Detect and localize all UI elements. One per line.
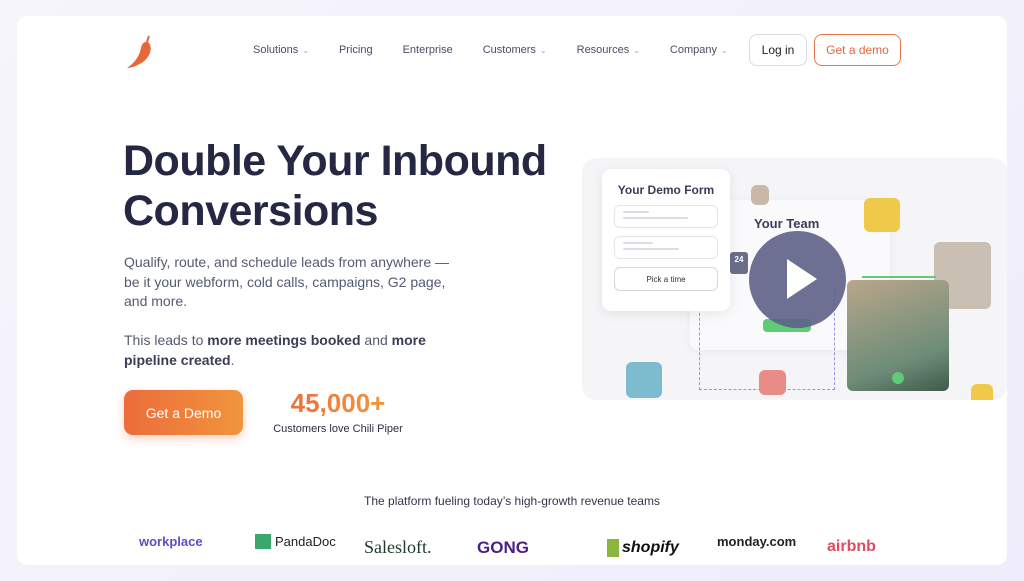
nav-label: Customers [482, 44, 536, 56]
nav-label: Company [669, 44, 717, 56]
nav-resources[interactable]: Resources ⌄ [577, 44, 640, 56]
get-demo-button[interactable]: Get a Demo [124, 390, 243, 435]
nav-solutions[interactable]: Solutions ⌄ [253, 44, 309, 56]
lead-text: This leads to [124, 332, 208, 348]
connector-line [862, 276, 936, 278]
stat-label: Customers love Chili Piper [273, 423, 403, 435]
nav-pricing[interactable]: Pricing [339, 44, 373, 56]
nav-enterprise[interactable]: Enterprise [403, 44, 453, 56]
nav-company[interactable]: Company ⌄ [670, 44, 728, 56]
avatar [864, 198, 900, 232]
logo-workplace: workplace [139, 533, 203, 549]
nav-label: Enterprise [402, 44, 453, 56]
chili-piper-logo[interactable] [125, 34, 159, 70]
chevron-down-icon: ⌄ [539, 45, 547, 55]
lead-text: . [230, 351, 235, 368]
date-badge: 24 [730, 252, 748, 274]
login-button[interactable]: Log in [749, 34, 807, 66]
chevron-down-icon: ⌄ [633, 45, 640, 55]
page-title: Double Your Inbound Conversions [123, 137, 547, 235]
nav-customers[interactable]: Customers ⌄ [483, 44, 547, 56]
logo-pandadoc: PandaDoc [255, 533, 336, 549]
stat-number: 45,000+ [268, 388, 408, 419]
team-title: Your Team [754, 216, 820, 231]
avatar [971, 384, 993, 400]
page: Solutions ⌄ Pricing Enterprise Customers ⌄… [17, 16, 1007, 565]
hero-lead: This leads to more meetings booked and m… [124, 331, 454, 370]
avatar [759, 370, 786, 395]
form-field [614, 205, 718, 228]
avatar [626, 362, 662, 398]
logo-shopify: shopify [607, 539, 679, 557]
lead-bold: more meetings booked [207, 332, 361, 348]
hero-description: Qualify, route, and schedule leads from … [124, 254, 450, 309]
chevron-down-icon: ⌄ [302, 45, 309, 55]
pick-time-button: Pick a time [614, 267, 718, 291]
call-icon [892, 372, 904, 384]
nav-label: Solutions [253, 44, 299, 56]
logos-tagline: The platform fueling today’s high-growth… [364, 494, 660, 508]
nav-label: Resources [576, 44, 630, 56]
play-button-icon[interactable] [749, 231, 846, 328]
customer-stat: 45,000+ Customers love Chili Piper [268, 388, 408, 435]
nav-label: Pricing [338, 44, 373, 56]
logo-salesloft: Salesloft. [364, 537, 432, 557]
video-call-window [847, 280, 949, 391]
chevron-down-icon: ⌄ [720, 45, 728, 55]
logo-monday: monday.com [717, 533, 797, 549]
logo-airbnb: airbnb [827, 538, 876, 555]
logo-gong: GONG [477, 538, 529, 557]
demo-form-card: Your Demo Form Pick a time [602, 169, 730, 311]
form-title: Your Demo Form [617, 183, 715, 197]
product-video[interactable]: Your Team 24 Your Demo Form Pick a time [582, 158, 1007, 400]
lead-text: and [360, 332, 392, 348]
get-demo-nav-button[interactable]: Get a demo [814, 34, 901, 66]
main-nav: Solutions ⌄ Pricing Enterprise Customers ⌄… [253, 44, 758, 56]
avatar [751, 185, 769, 205]
form-field [614, 236, 718, 259]
